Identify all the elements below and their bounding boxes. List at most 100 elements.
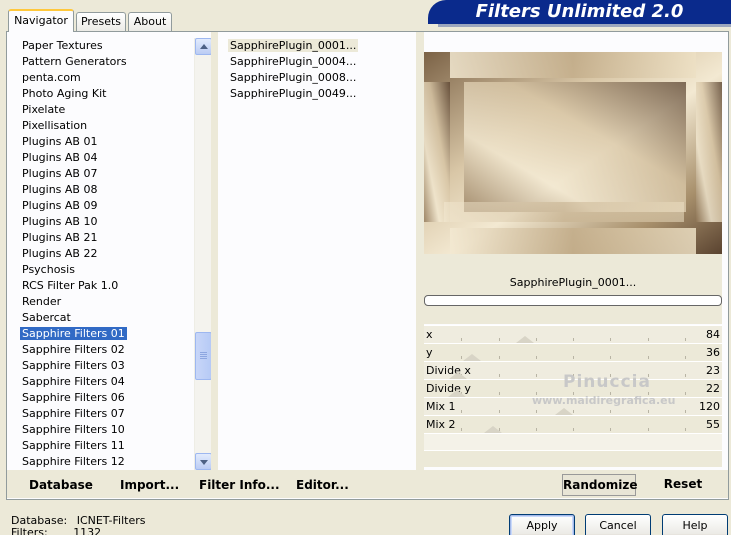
category-item[interactable]: Plugins AB 07	[14, 166, 194, 182]
category-item[interactable]: Render	[14, 294, 194, 310]
slider-x[interactable]: x 84	[424, 325, 722, 343]
watermark-name: Pinuccia	[563, 372, 651, 392]
filters-unlimited-banner: Filters Unlimited 2.0	[428, 0, 731, 24]
filter-item[interactable]: SapphirePlugin_0008...	[226, 70, 416, 86]
filter-item[interactable]: SapphirePlugin_0049...	[226, 86, 416, 102]
slider-y[interactable]: y 36	[424, 343, 722, 361]
category-label: Plugins AB 07	[22, 167, 98, 180]
category-label: RCS Filter Pak 1.0	[22, 279, 119, 292]
category-label: Sapphire Filters 10	[22, 423, 125, 436]
category-item[interactable]: Sapphire Filters 10	[14, 422, 194, 438]
database-button[interactable]: Database	[29, 478, 93, 492]
apply-button[interactable]: Apply	[509, 514, 575, 535]
category-item[interactable]: Sapphire Filters 02	[14, 342, 194, 358]
slider-value: 22	[706, 382, 720, 395]
slider-mix-2[interactable]: Mix 2 55	[424, 415, 722, 433]
category-item[interactable]: Sapphire Filters 12	[14, 454, 194, 470]
category-item[interactable]: Photo Aging Kit	[14, 86, 194, 102]
category-item[interactable]: penta.com	[14, 70, 194, 86]
category-label: Sapphire Filters 07	[22, 407, 125, 420]
preview-top-margin	[424, 32, 722, 52]
editor-button[interactable]: Editor...	[296, 478, 349, 492]
category-item[interactable]: Pixellisation	[14, 118, 194, 134]
filter-item[interactable]: SapphirePlugin_0004...	[226, 54, 416, 70]
slider-empty	[424, 450, 722, 467]
scroll-up-button[interactable]	[195, 38, 212, 55]
category-label: Render	[22, 295, 62, 308]
slider-value: 55	[706, 418, 720, 431]
chevron-down-icon	[200, 460, 208, 465]
category-label: Plugins AB 09	[22, 199, 98, 212]
randomize-button[interactable]: Randomize	[562, 474, 637, 496]
category-item[interactable]: Plugins AB 10	[14, 214, 194, 230]
category-label: Sapphire Filters 06	[22, 391, 125, 404]
reset-button[interactable]: Reset	[654, 474, 712, 496]
help-button[interactable]: Help	[662, 514, 728, 535]
category-item[interactable]: Sapphire Filters 04	[14, 374, 194, 390]
category-item[interactable]: Plugins AB 09	[14, 198, 194, 214]
slider-label: Mix 1	[426, 400, 456, 413]
category-item[interactable]: Plugins AB 01	[14, 134, 194, 150]
category-item[interactable]: Plugins AB 21	[14, 230, 194, 246]
category-label: Psychosis	[22, 263, 75, 276]
category-item[interactable]: Plugins AB 04	[14, 150, 194, 166]
category-item[interactable]: Sapphire Filters 06	[14, 390, 194, 406]
chevron-up-icon	[200, 44, 208, 49]
category-item[interactable]: Plugins AB 08	[14, 182, 194, 198]
category-label: Photo Aging Kit	[22, 87, 107, 100]
slider-thumb[interactable]	[463, 354, 481, 361]
category-label: Sapphire Filters 11	[22, 439, 125, 452]
category-label: penta.com	[22, 71, 81, 84]
category-item[interactable]: Sapphire Filters 07	[14, 406, 194, 422]
slider-thumb[interactable]	[516, 336, 534, 343]
category-label: Plugins AB 04	[22, 151, 98, 164]
filters-status: Filters: 1132	[11, 526, 101, 535]
category-label: Sapphire Filters 03	[22, 359, 125, 372]
cancel-button[interactable]: Cancel	[585, 514, 651, 535]
filters-count: 1132	[73, 526, 102, 535]
filter-label: SapphirePlugin_0049...	[230, 87, 357, 100]
filter-label: SapphirePlugin_0001...	[228, 39, 359, 52]
filter-label: SapphirePlugin_0004...	[230, 55, 357, 68]
category-item[interactable]: Sabercat	[14, 310, 194, 326]
slider-empty	[424, 433, 722, 450]
category-list[interactable]: Paper Textures Pattern Generators penta.co…	[14, 38, 194, 470]
filter-info-button[interactable]: Filter Info...	[199, 478, 280, 492]
category-item[interactable]: Pixelate	[14, 102, 194, 118]
category-item[interactable]: Paper Textures	[14, 38, 194, 54]
category-label: Plugins AB 08	[22, 183, 98, 196]
slider-value: 120	[699, 400, 720, 413]
slider-thumb[interactable]	[484, 426, 502, 433]
tab-presets[interactable]: Presets	[76, 12, 126, 31]
category-item[interactable]: Sapphire Filters 11	[14, 438, 194, 454]
slider-thumb[interactable]	[448, 390, 466, 397]
category-item[interactable]: Sapphire Filters 03	[14, 358, 194, 374]
category-label: Sapphire Filters 02	[22, 343, 125, 356]
filters-label: Filters:	[11, 526, 48, 535]
scroll-down-button[interactable]	[195, 453, 212, 470]
category-item[interactable]: Plugins AB 22	[14, 246, 194, 262]
scroll-thumb[interactable]	[195, 332, 212, 380]
slider-label: y	[426, 346, 433, 359]
category-item[interactable]: Sapphire Filters 01	[14, 326, 194, 342]
slider-value: 23	[706, 364, 720, 377]
category-item[interactable]: RCS Filter Pak 1.0	[14, 278, 194, 294]
category-scrollbar[interactable]	[194, 38, 212, 470]
category-label: Paper Textures	[22, 39, 103, 52]
progress-bar	[424, 295, 722, 306]
panel-divider	[211, 32, 218, 470]
tab-navigator[interactable]: Navigator	[8, 9, 74, 32]
filter-item[interactable]: SapphirePlugin_0001...	[226, 38, 416, 54]
slider-value: 36	[706, 346, 720, 359]
filter-list[interactable]: SapphirePlugin_0001... SapphirePlugin_000…	[226, 38, 416, 468]
filter-label: SapphirePlugin_0008...	[230, 71, 357, 84]
preview-image	[424, 52, 722, 254]
slider-value: 84	[706, 328, 720, 341]
tab-about[interactable]: About	[128, 12, 172, 31]
category-item[interactable]: Psychosis	[14, 262, 194, 278]
import-button[interactable]: Import...	[120, 478, 179, 492]
category-item[interactable]: Pattern Generators	[14, 54, 194, 70]
category-label: Sapphire Filters 12	[22, 455, 125, 468]
slider-thumb[interactable]	[555, 408, 573, 415]
slider-thumb[interactable]	[449, 372, 467, 379]
